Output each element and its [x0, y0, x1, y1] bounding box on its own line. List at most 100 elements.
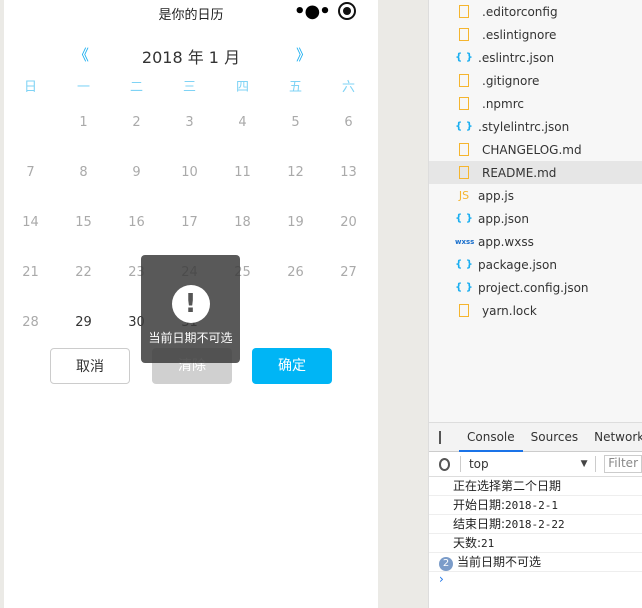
day-cell[interactable]: 22 — [57, 248, 110, 298]
day-cell[interactable]: 6 — [322, 98, 375, 148]
day-cell[interactable]: 26 — [269, 248, 322, 298]
more-icon[interactable]: •●• — [294, 1, 331, 22]
day-cell[interactable]: 14 — [4, 198, 57, 248]
day-cell[interactable]: 4 — [216, 98, 269, 148]
json-file-icon: { } — [455, 52, 473, 63]
file-item[interactable]: { } app.json — [429, 207, 642, 230]
file-item[interactable]: { } project.config.json — [429, 276, 642, 299]
clear-console-icon[interactable] — [439, 457, 451, 471]
file-name: app.json — [478, 211, 529, 226]
file-item[interactable]: yarn.lock — [429, 299, 642, 322]
file-item[interactable]: .eslintignore — [429, 23, 642, 46]
weekday-label: 二 — [129, 80, 143, 95]
file-name: package.json — [478, 257, 558, 272]
day-cell[interactable]: 29 — [57, 298, 110, 348]
day-cell[interactable]: 11 — [216, 148, 269, 198]
log-value: 2018-2-22 — [505, 518, 565, 531]
file-item[interactable]: JS app.js — [429, 184, 642, 207]
weekday-label: 三 — [182, 80, 196, 95]
day-cell[interactable]: 19 — [269, 198, 322, 248]
file-item[interactable]: wxss app.wxss — [429, 230, 642, 253]
next-month-button[interactable]: 》 — [296, 44, 311, 65]
file-name: .npmrc — [482, 96, 524, 111]
weekday-header: 日一二三四五六 — [4, 76, 378, 98]
file-name: .eslintrc.json — [478, 50, 555, 65]
doc-file-icon — [459, 304, 469, 317]
day-cell[interactable]: 21 — [4, 248, 57, 298]
weekday-label: 一 — [76, 80, 90, 95]
log-label: 开始日期: — [453, 498, 506, 512]
chevron-down-icon[interactable]: ▼ — [581, 459, 588, 469]
tab-sources[interactable]: Sources — [523, 422, 586, 452]
file-item[interactable]: { } .stylelintrc.json — [429, 115, 642, 138]
js-file-icon: JS — [458, 189, 470, 202]
day-cell[interactable]: 3 — [163, 98, 216, 148]
log-label: 正在选择第二个日期 — [453, 479, 562, 493]
day-cell[interactable]: 17 — [163, 198, 216, 248]
day-cell[interactable]: 9 — [110, 148, 163, 198]
toast: ! 当前日期不可选 — [141, 255, 240, 363]
tab-network[interactable]: Network — [586, 422, 642, 452]
doc-file-icon — [459, 5, 469, 18]
file-name: yarn.lock — [482, 303, 537, 318]
doc-file-icon — [459, 28, 469, 41]
filter-input[interactable]: Filter — [604, 455, 642, 473]
file-tree: .editorconfig .eslintignore { } .eslintrc.j… — [428, 0, 642, 422]
file-item[interactable]: { } package.json — [429, 253, 642, 276]
day-cell[interactable]: 18 — [216, 198, 269, 248]
weekday-label: 六 — [341, 80, 355, 95]
file-item[interactable]: .editorconfig — [429, 0, 642, 23]
cancel-button[interactable]: 取消 — [50, 348, 130, 384]
day-cell[interactable]: 27 — [322, 248, 375, 298]
repeat-count-badge: 2 — [439, 557, 453, 571]
day-cell[interactable]: 16 — [110, 198, 163, 248]
confirm-button[interactable]: 确定 — [252, 348, 332, 384]
tab-console[interactable]: Console — [459, 422, 523, 452]
week-row: 14 15 16 17 18 19 20 — [4, 198, 378, 248]
file-name: .editorconfig — [482, 4, 558, 19]
json-file-icon: { } — [455, 259, 473, 270]
phone-simulator: 是你的日历 •●• 《 2018 年 1 月 》 日一二三四五六12345678… — [4, 0, 378, 608]
file-item[interactable]: README.md — [429, 161, 642, 184]
day-cell[interactable]: 7 — [4, 148, 57, 198]
day-cell — [322, 298, 375, 348]
weekday-label: 日 — [23, 80, 37, 95]
file-name: .eslintignore — [482, 27, 557, 42]
warning-icon: ! — [171, 285, 210, 323]
day-cell[interactable]: 5 — [269, 98, 322, 148]
day-cell[interactable]: 12 — [269, 148, 322, 198]
day-cell[interactable]: 2 — [110, 98, 163, 148]
inspect-icon[interactable] — [439, 430, 441, 444]
day-cell[interactable]: 10 — [163, 148, 216, 198]
log-entry-repeated: 2 当前日期不可选 — [429, 553, 642, 572]
doc-file-icon — [459, 166, 469, 179]
day-cell — [269, 298, 322, 348]
week-row: 7 8 9 10 11 12 13 — [4, 148, 378, 198]
week-row: 123456 — [4, 98, 378, 148]
json-file-icon: { } — [455, 121, 473, 132]
file-name: .gitignore — [482, 73, 540, 88]
doc-file-icon — [459, 143, 469, 156]
file-item[interactable]: .npmrc — [429, 92, 642, 115]
day-cell[interactable]: 15 — [57, 198, 110, 248]
close-miniprogram-icon[interactable] — [338, 2, 356, 20]
day-cell[interactable]: 28 — [4, 298, 57, 348]
weekday-label: 五 — [288, 80, 302, 95]
day-cell[interactable]: 1 — [57, 98, 110, 148]
file-item[interactable]: .gitignore — [429, 69, 642, 92]
day-cell[interactable]: 13 — [322, 148, 375, 198]
day-cell — [4, 98, 57, 148]
wxss-file-icon: wxss — [455, 237, 475, 246]
file-name: CHANGELOG.md — [482, 142, 582, 157]
context-select[interactable]: top — [469, 457, 581, 471]
file-name: app.wxss — [478, 234, 534, 249]
log-entry: 结束日期:2018-2-22 — [429, 515, 642, 534]
file-item[interactable]: CHANGELOG.md — [429, 138, 642, 161]
day-cell[interactable]: 20 — [322, 198, 375, 248]
log-label: 天数: — [453, 536, 482, 550]
log-entry: 正在选择第二个日期 — [429, 477, 642, 496]
day-cell[interactable]: 8 — [57, 148, 110, 198]
console-prompt[interactable]: › — [429, 572, 642, 586]
file-name: project.config.json — [478, 280, 589, 295]
file-item[interactable]: { } .eslintrc.json — [429, 46, 642, 69]
